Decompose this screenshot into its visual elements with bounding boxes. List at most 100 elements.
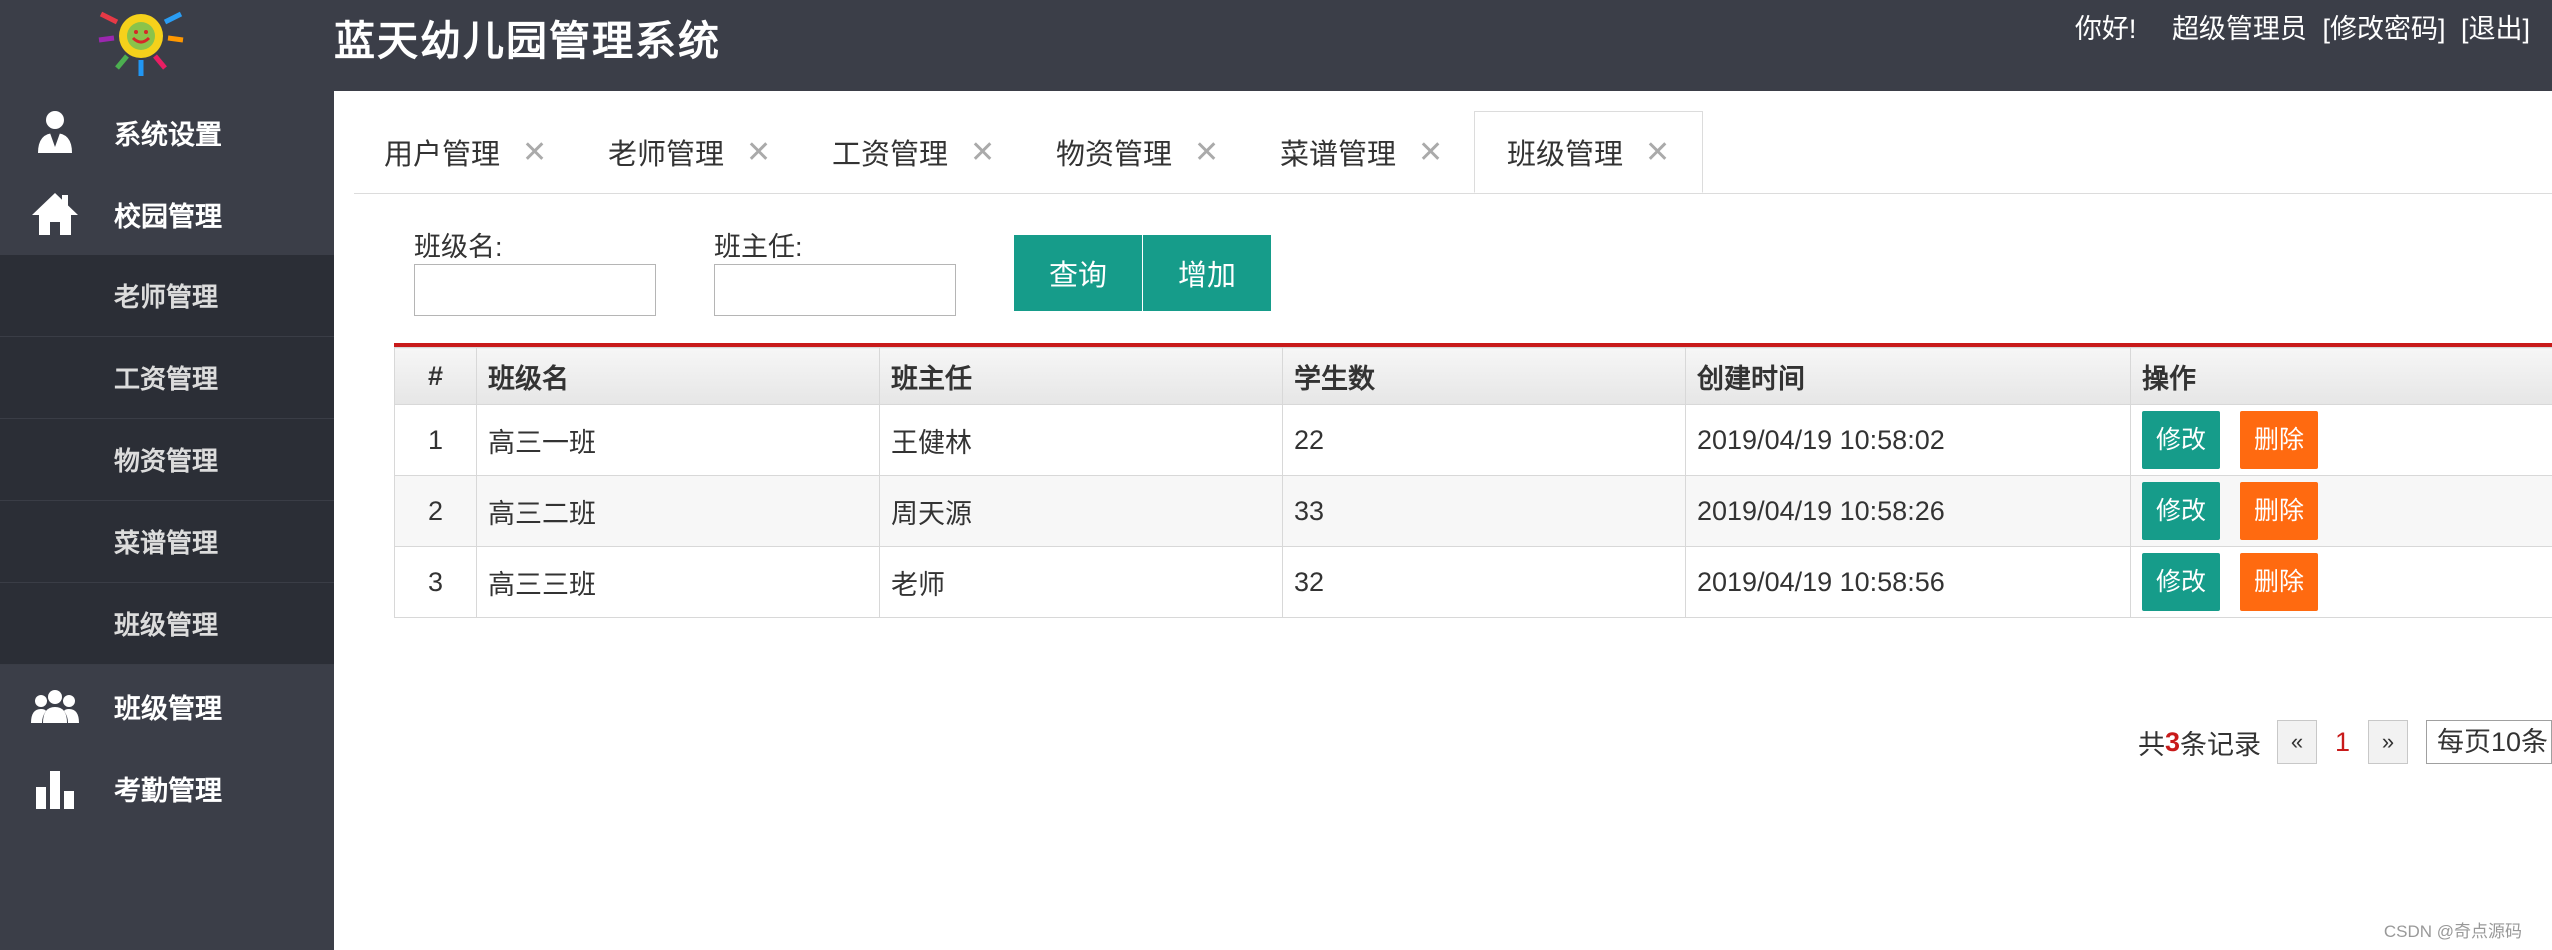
next-page-button[interactable]: » [2368,720,2408,764]
sidebar-subitem-label: 老师管理 [114,282,219,312]
cell-actions: 修改 删除 [2130,404,2552,476]
cell-class-name: 高三一班 [476,404,880,476]
sidebar-subitem-supplies[interactable]: 物资管理 [0,419,334,501]
column-header: 学生数 [1282,347,1686,405]
sidebar-item-label: 校园管理 [114,201,222,232]
main-content: 用户管理 ✕ 老师管理 ✕ 工资管理 ✕ 物资管理 ✕ 菜谱管理 ✕ 班级管理 … [334,91,2552,950]
sidebar-item-campus[interactable]: 校园管理 [0,173,334,255]
close-icon[interactable]: ✕ [970,135,995,170]
app-title: 蓝天幼儿园管理系统 [334,18,721,64]
sidebar-subitem-classes[interactable]: 班级管理 [0,583,334,665]
tab-label: 班级管理 [1507,139,1624,171]
sidebar-subitem-label: 工资管理 [114,364,219,394]
row-index: 1 [394,404,477,476]
page-size-select[interactable]: 每页10条 [2426,720,2552,764]
tab-bar: 用户管理 ✕ 老师管理 ✕ 工资管理 ✕ 物资管理 ✕ 菜谱管理 ✕ 班级管理 … [354,111,2552,194]
edit-button[interactable]: 修改 [2142,411,2221,469]
cell-created: 2019/04/19 10:58:26 [1685,475,2131,547]
row-index: 2 [394,475,477,547]
delete-button[interactable]: 删除 [2240,482,2319,540]
cell-actions: 修改 删除 [2130,475,2552,547]
cell-class-name: 高三三班 [476,546,880,618]
close-icon[interactable]: ✕ [746,135,771,170]
home-icon [32,193,78,235]
sidebar-item-attendance[interactable]: 考勤管理 [0,747,334,829]
greeting-text: 你好! [2074,14,2137,44]
change-password-link[interactable]: [修改密码] [2322,14,2445,44]
tab-label: 老师管理 [608,139,725,171]
cell-students: 32 [1282,546,1686,618]
record-count-prefix: 共 [2137,729,2165,760]
sidebar-subitem-salary[interactable]: 工资管理 [0,337,334,419]
table-row: 3 高三三班 老师 32 2019/04/19 10:58:56 修改 删除 [394,546,2552,618]
close-icon[interactable]: ✕ [522,135,547,170]
data-table: # 班级名 班主任 学生数 创建时间 操作 1 高三一班 王健林 22 2019… [394,347,2552,618]
sidebar: 系统设置 校园管理 老师管理 工资管理 物资管理 菜谱管理 班级管理 班级管理 [0,91,334,950]
cell-actions: 修改 删除 [2130,546,2552,618]
top-header: 蓝天幼儿园管理系统 你好! 超级管理员 [修改密码] [退出] [0,0,2552,91]
tab-supplies[interactable]: 物资管理 ✕ [1056,111,1219,193]
tab-label: 菜谱管理 [1280,139,1397,171]
teacher-label: 班主任: [714,232,803,262]
class-table: # 班级名 班主任 学生数 创建时间 操作 1 高三一班 王健林 22 2019… [394,343,2552,618]
close-icon[interactable]: ✕ [1194,135,1219,170]
sidebar-item-label: 系统设置 [114,119,222,150]
sidebar-item-label: 考勤管理 [114,775,222,806]
bar-chart-icon [36,771,74,809]
cell-teacher: 老师 [879,546,1283,618]
page-number[interactable]: 1 [2335,727,2350,758]
cell-students: 22 [1282,404,1686,476]
add-button[interactable]: 增加 [1143,235,1271,311]
prev-page-button[interactable]: « [2276,720,2317,764]
column-header: 操作 [2130,347,2552,405]
close-icon[interactable]: ✕ [1418,135,1443,170]
query-button[interactable]: 查询 [1014,235,1142,311]
row-index: 3 [394,546,477,618]
user-bar: 你好! 超级管理员 [修改密码] [退出] [2067,8,2530,50]
cell-teacher: 周天源 [879,475,1283,547]
edit-button[interactable]: 修改 [2142,553,2221,611]
sidebar-item-system-settings[interactable]: 系统设置 [0,91,334,173]
sidebar-subitem-label: 菜谱管理 [114,528,219,558]
teacher-input[interactable] [714,264,956,316]
tab-label: 用户管理 [384,139,501,171]
cell-students: 33 [1282,475,1686,547]
record-count-suffix: 条记录 [2179,729,2261,760]
tab-teachers[interactable]: 老师管理 ✕ [608,111,771,193]
table-row: 1 高三一班 王健林 22 2019/04/19 10:58:02 修改 删除 [394,404,2552,476]
pagination: 共 3 条记录 « 1 » 每页10条 [2138,719,2552,765]
tab-label: 工资管理 [832,139,949,171]
sidebar-item-label: 班级管理 [114,693,222,724]
column-header: 班级名 [476,347,880,405]
tab-salary[interactable]: 工资管理 ✕ [832,111,995,193]
tab-menu[interactable]: 菜谱管理 ✕ [1280,111,1443,193]
group-icon [31,690,79,723]
record-count: 3 [2164,726,2180,757]
column-header: # [394,347,477,405]
sidebar-item-classes[interactable]: 班级管理 [0,665,334,747]
tab-users[interactable]: 用户管理 ✕ [384,111,547,193]
logout-link[interactable]: [退出] [2461,14,2530,44]
class-name-input[interactable] [414,264,656,316]
cell-class-name: 高三二班 [476,475,880,547]
cell-created: 2019/04/19 10:58:02 [1685,404,2131,476]
delete-button[interactable]: 删除 [2240,553,2319,611]
table-row: 2 高三二班 周天源 33 2019/04/19 10:58:26 修改 删除 [394,475,2552,547]
delete-button[interactable]: 删除 [2240,411,2319,469]
sidebar-subitem-teachers[interactable]: 老师管理 [0,255,334,337]
cell-created: 2019/04/19 10:58:56 [1685,546,2131,618]
tab-classes[interactable]: 班级管理 ✕ [1474,111,1704,193]
edit-button[interactable]: 修改 [2142,482,2221,540]
sidebar-subitem-label: 物资管理 [114,446,219,476]
user-role: 超级管理员 [2171,14,2307,44]
sidebar-subitem-menu[interactable]: 菜谱管理 [0,501,334,583]
sidebar-subitem-label: 班级管理 [114,610,219,640]
class-name-label: 班级名: [414,232,503,262]
cell-teacher: 王健林 [879,404,1283,476]
table-header-row: # 班级名 班主任 学生数 创建时间 操作 [394,347,2552,405]
watermark: CSDN @奇点源码 [2383,922,2522,941]
user-settings-icon [38,111,72,153]
close-icon[interactable]: ✕ [1645,135,1670,170]
column-header: 创建时间 [1685,347,2131,405]
column-header: 班主任 [879,347,1283,405]
